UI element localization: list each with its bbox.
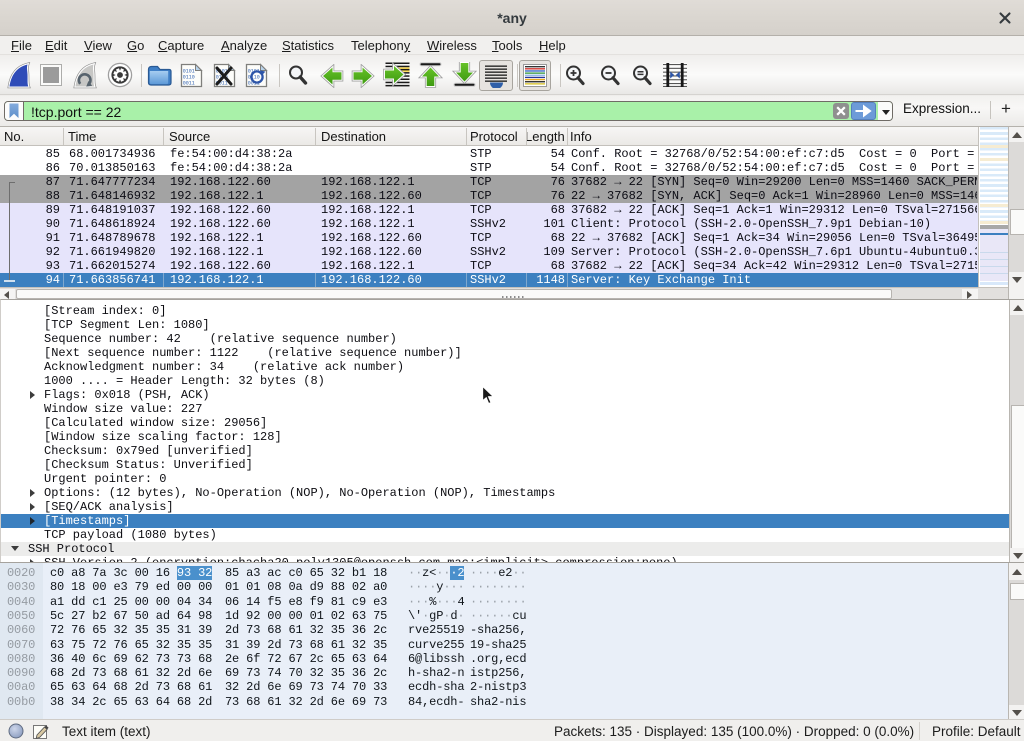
svg-text:0011: 0011 <box>183 81 195 87</box>
